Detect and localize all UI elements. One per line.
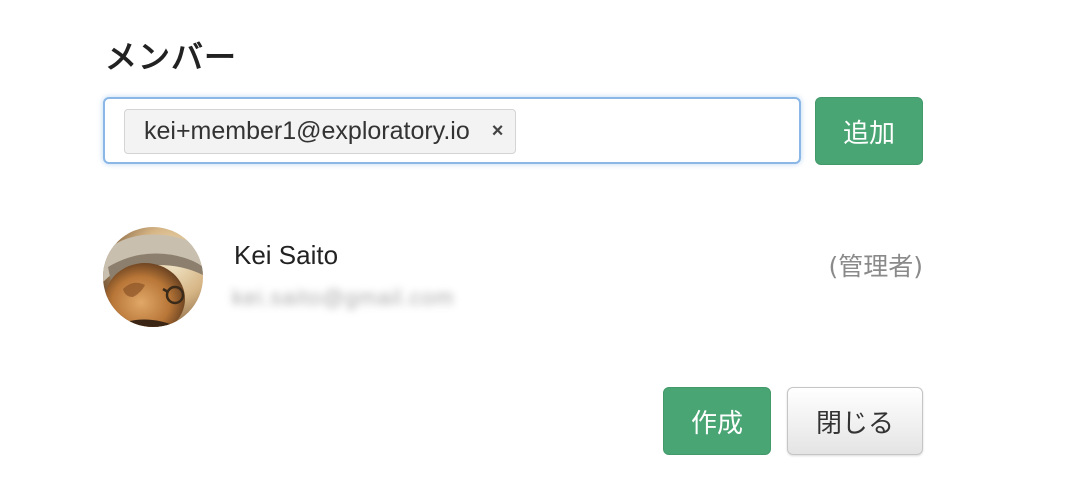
email-tag-label: kei+member1@exploratory.io xyxy=(144,117,470,145)
close-button[interactable]: 閉じる xyxy=(787,387,923,455)
member-dialog: メンバー kei+member1@exploratory.io × 追加 Kei… xyxy=(0,0,1088,500)
avatar-photo-icon xyxy=(103,227,203,327)
member-name: Kei Saito xyxy=(234,240,339,270)
member-list-item: Kei Saito kei.saito@gmail.com (管理者) xyxy=(103,227,923,327)
member-role-label: (管理者) xyxy=(828,252,923,281)
email-tag: kei+member1@exploratory.io × xyxy=(124,109,517,154)
section-title: メンバー xyxy=(105,38,238,76)
user-photo-avatar xyxy=(103,227,203,327)
member-email: kei.saito@gmail.com xyxy=(232,285,455,310)
create-button[interactable]: 作成 xyxy=(663,387,771,455)
remove-tag-icon[interactable]: × xyxy=(492,120,504,143)
member-email-input[interactable]: kei+member1@exploratory.io × xyxy=(103,97,801,164)
add-member-button[interactable]: 追加 xyxy=(815,97,923,165)
